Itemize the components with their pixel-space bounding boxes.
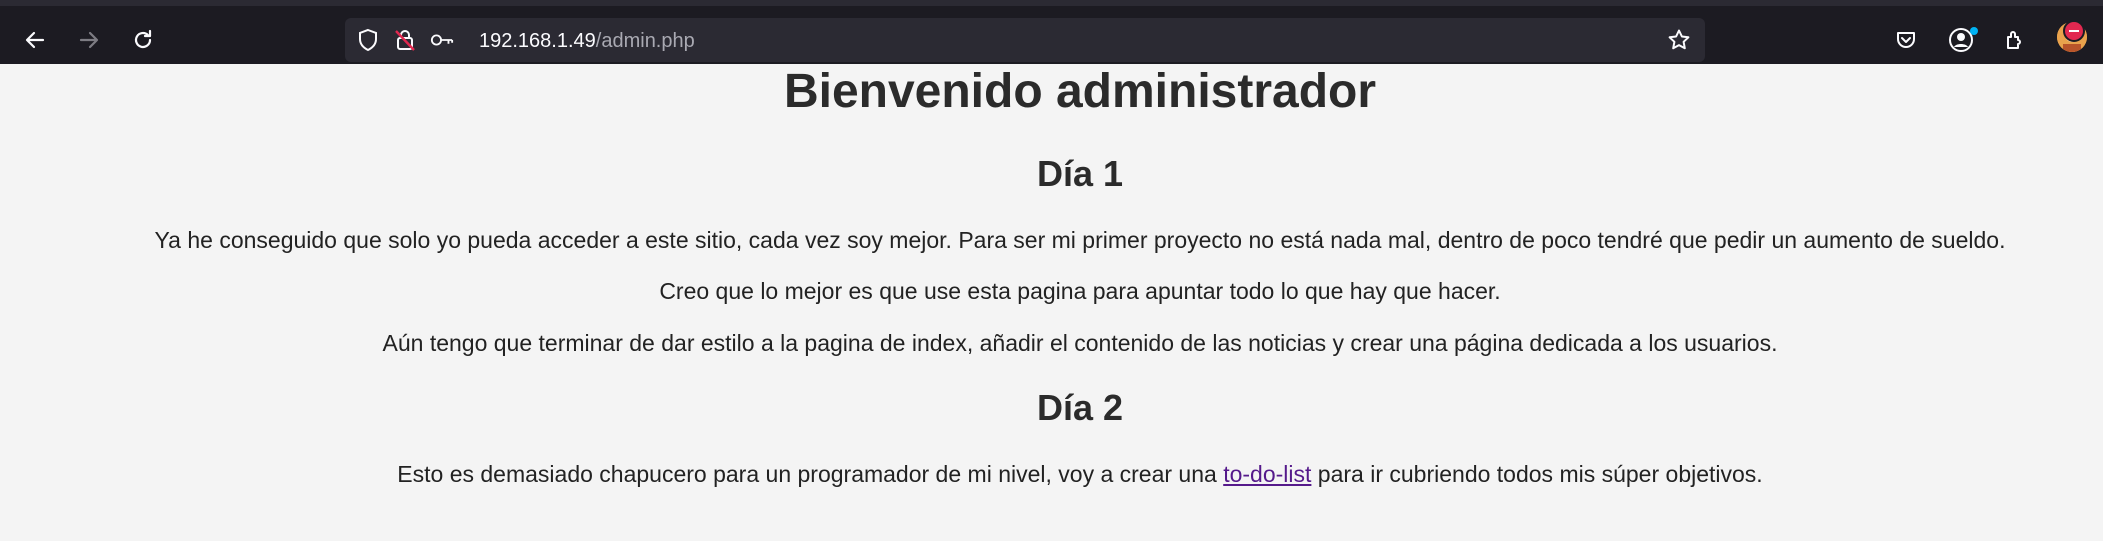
notification-dot (1970, 27, 1978, 35)
todo-list-link[interactable]: to-do-list (1223, 461, 1311, 487)
profile-badge (2063, 20, 2085, 42)
day2-text-after: para ir cubriendo todos mis súper objeti… (1311, 461, 1763, 487)
pocket-button[interactable] (1886, 20, 1926, 60)
browser-toolbar: 192.168.1.49/admin.php (0, 0, 2103, 64)
forward-button[interactable] (69, 20, 109, 60)
day1-paragraph-1: Ya he conseguido que solo yo pueda acced… (154, 227, 2006, 253)
bookmark-star-icon[interactable] (1667, 28, 1691, 52)
forward-arrow-icon (77, 28, 101, 52)
back-arrow-icon (23, 28, 47, 52)
day1-paragraph-3: Aún tengo que terminar de dar estilo a l… (382, 330, 1778, 356)
day2-heading: Día 2 (1036, 387, 1124, 428)
key-icon[interactable] (430, 28, 454, 52)
reload-button[interactable] (123, 20, 163, 60)
day2-text-before: Esto es demasiado chapucero para un prog… (397, 461, 1224, 487)
extensions-icon (2003, 28, 2027, 52)
extensions-button[interactable] (1995, 20, 2035, 60)
url-text[interactable]: 192.168.1.49/admin.php (479, 30, 695, 52)
url-path: /admin.php (595, 30, 695, 52)
url-host: 192.168.1.49 (479, 30, 596, 52)
day1-paragraph-2: Creo que lo mejor es que use esta pagina… (659, 278, 1501, 304)
day1-heading: Día 1 (1036, 153, 1124, 194)
address-bar[interactable]: 192.168.1.49/admin.php (345, 18, 1705, 62)
reload-icon (131, 28, 155, 52)
insecure-lock-icon[interactable] (393, 28, 417, 52)
shield-icon[interactable] (356, 28, 380, 52)
page-title: Bienvenido administrador (783, 65, 1377, 118)
pocket-icon (1894, 28, 1918, 52)
account-button[interactable] (1941, 20, 1981, 60)
page-content: Bienvenido administrador Día 1 Ya he con… (0, 64, 2103, 541)
back-button[interactable] (15, 20, 55, 60)
day2-paragraph-1: Esto es demasiado chapucero para un prog… (0, 460, 2103, 488)
